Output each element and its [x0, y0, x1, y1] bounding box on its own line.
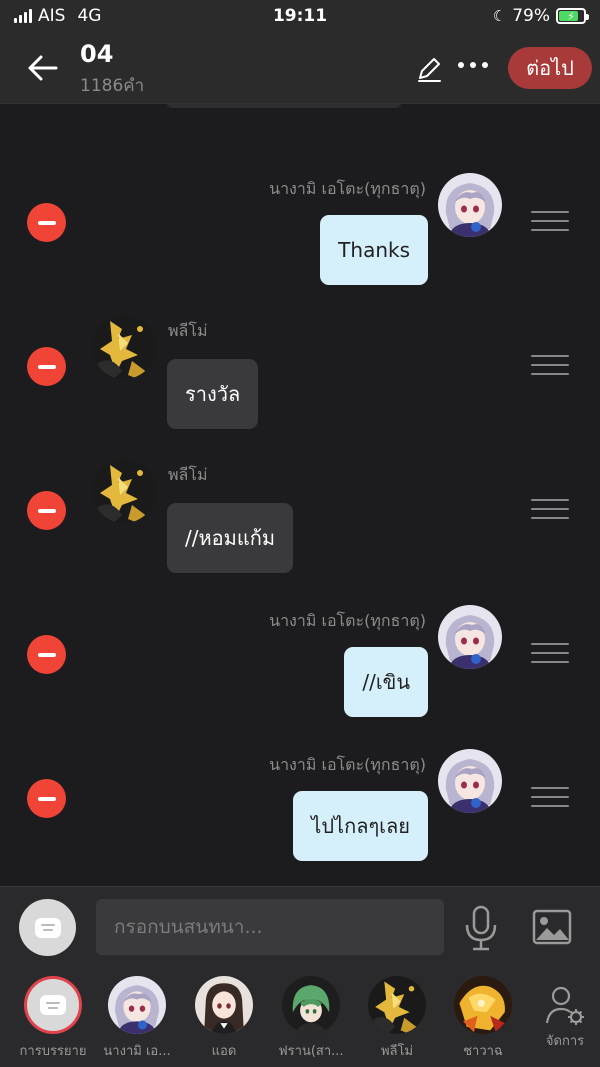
character-avatar [454, 976, 512, 1034]
sender-name: นางามิ เอโตะ(ทุกธาตุ) [269, 755, 426, 774]
message-bubble[interactable]: ไปไกลๆเลย [293, 791, 428, 861]
character-fran[interactable]: ฟราน(สา... [266, 976, 356, 1061]
character-chawa[interactable]: ชาวาฉ [438, 976, 528, 1061]
character-label: พลีโม่ [380, 1044, 414, 1059]
nagami-avatar[interactable] [438, 173, 502, 237]
plimo-avatar[interactable] [92, 315, 156, 379]
episode-title: 04 [80, 40, 114, 68]
status-right: ☾ 79% ⚡ [492, 6, 589, 26]
character-nagami[interactable]: นางามิ เอ... [92, 976, 182, 1061]
delete-message-icon[interactable] [27, 203, 66, 242]
message-bubble[interactable]: Thanks [320, 215, 428, 285]
word-count: 1186คำ [80, 76, 145, 96]
character-label: แอด [211, 1044, 237, 1059]
drag-handle-icon[interactable] [531, 499, 569, 519]
sender-name: พลีโม่ [168, 321, 208, 340]
narration-toggle-button[interactable] [19, 899, 76, 956]
moon-icon: ☾ [492, 7, 507, 25]
battery-percent: 79% [512, 6, 550, 26]
message-row: นางามิ เอโตะ(ทุกธาตุ) //เขิน [0, 581, 600, 717]
sender-name: นางามิ เอโตะ(ทุกธาตุ) [269, 611, 426, 630]
message-bubble[interactable]: รางวัล [167, 359, 259, 429]
drag-handle-icon[interactable] [531, 211, 569, 231]
status-bar: AIS 4G 19:11 ☾ 79% ⚡ [0, 0, 600, 34]
character-narration[interactable]: การบรรยาย [8, 976, 98, 1061]
character-avatar [368, 976, 426, 1034]
character-avatar [108, 976, 166, 1034]
character-ad[interactable]: แอด [179, 976, 269, 1061]
next-button[interactable]: ต่อไป [508, 47, 592, 89]
message-row: พลีโม่รางวัล [0, 293, 600, 429]
drag-handle-icon[interactable] [531, 643, 569, 663]
battery-icon: ⚡ [556, 8, 589, 24]
narration-icon [24, 976, 82, 1034]
message-bubble[interactable]: //หอมแก้ม [167, 503, 294, 573]
microphone-icon[interactable] [462, 905, 500, 951]
previous-message-bubble [166, 104, 402, 108]
character-label: นางามิ เอ... [103, 1044, 171, 1059]
chat-area: นางามิ เอโตะ(ทุกธาตุ) Thanks พลีโม่ รางวัล… [0, 104, 600, 886]
nagami-avatar[interactable] [438, 749, 502, 813]
drag-handle-icon[interactable] [531, 787, 569, 807]
pencil-icon[interactable] [414, 54, 444, 84]
image-icon[interactable] [532, 909, 572, 945]
message-input[interactable] [96, 899, 444, 955]
message-row: พลีโม่ //หอมแก้ม [0, 437, 600, 573]
character-manage[interactable]: จัดการ [520, 976, 600, 1051]
back-arrow-icon[interactable] [26, 51, 60, 85]
sender-name: นางามิ เอโตะ(ทุกธาตุ) [269, 179, 426, 198]
nagami-avatar[interactable] [438, 605, 502, 669]
character-label: จัดการ [545, 1034, 585, 1049]
character-plimo[interactable]: พลีโม่ [352, 976, 442, 1061]
input-bar [0, 886, 600, 966]
delete-message-icon[interactable] [27, 347, 66, 386]
more-options-icon[interactable] [458, 62, 488, 68]
character-label: ฟราน(สา... [278, 1044, 344, 1059]
message-bubble[interactable]: //เขิน [344, 647, 428, 717]
sender-name: พลีโม่ [168, 465, 208, 484]
delete-message-icon[interactable] [27, 635, 66, 674]
editor-header: 04 1186คำ ต่อไป [0, 34, 600, 104]
message-row: นางามิ เอโตะ(ทุกธาตุ) Thanks [0, 149, 600, 285]
character-label: ชาวาฉ [463, 1044, 503, 1059]
delete-message-icon[interactable] [27, 779, 66, 818]
message-row: นางามิ เอโตะ(ทุกธาตุ) ไปไกลๆเลย [0, 725, 600, 861]
drag-handle-icon[interactable] [531, 355, 569, 375]
character-bar: การบรรยาย นางามิ เอ... แอด ฟราน(สา... พล… [0, 966, 600, 1067]
character-label: การบรรยาย [19, 1044, 87, 1059]
character-avatar [282, 976, 340, 1034]
delete-message-icon[interactable] [27, 491, 66, 530]
plimo-avatar[interactable] [92, 459, 156, 523]
chat-bubble-icon [34, 917, 61, 938]
character-avatar [195, 976, 253, 1034]
manage-characters-icon [536, 976, 594, 1034]
